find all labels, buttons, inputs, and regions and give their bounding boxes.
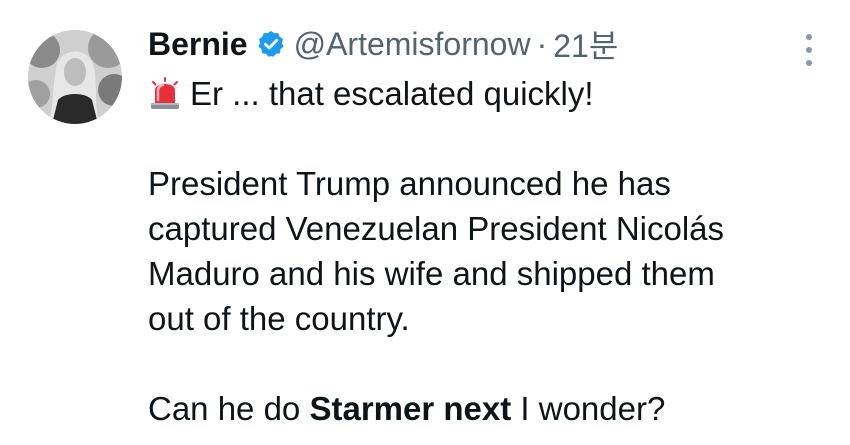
user-handle[interactable]: @Artemisfornow: [294, 26, 531, 63]
police-light-icon: [148, 76, 182, 110]
more-options-icon[interactable]: [804, 34, 814, 66]
separator-dot: ·: [536, 25, 548, 62]
tweet-paragraph-line: Maduro and his wife and shipped them: [148, 255, 715, 292]
display-name[interactable]: Bernie: [148, 26, 248, 63]
tweet-header: Bernie @Artemisfornow · 21분: [148, 22, 618, 66]
verified-badge-icon: [256, 29, 286, 59]
tweet-paragraph-line: President Trump announced he has: [148, 165, 671, 202]
tweet-line-1: Er ... that escalated quickly!: [148, 71, 828, 116]
avatar[interactable]: [28, 30, 122, 124]
tweet-line-1-text: Er ... that escalated quickly!: [190, 75, 594, 112]
tweet-card: Bernie @Artemisfornow · 21분 Er ... that …: [0, 0, 850, 445]
tweet-paragraph-line: out of the country.: [148, 300, 410, 337]
timestamp[interactable]: 21분: [553, 21, 618, 67]
final-text-bold: Starmer next: [309, 390, 512, 427]
final-text-pre: Can he do: [148, 390, 310, 427]
final-text-post: I wonder?: [511, 390, 666, 427]
tweet-text: Er ... that escalated quickly! President…: [148, 71, 828, 431]
tweet-final-line: Can he do Starmer next I wonder?: [148, 386, 828, 431]
tweet-paragraph-line: captured Venezuelan President Nicolás: [148, 210, 725, 247]
